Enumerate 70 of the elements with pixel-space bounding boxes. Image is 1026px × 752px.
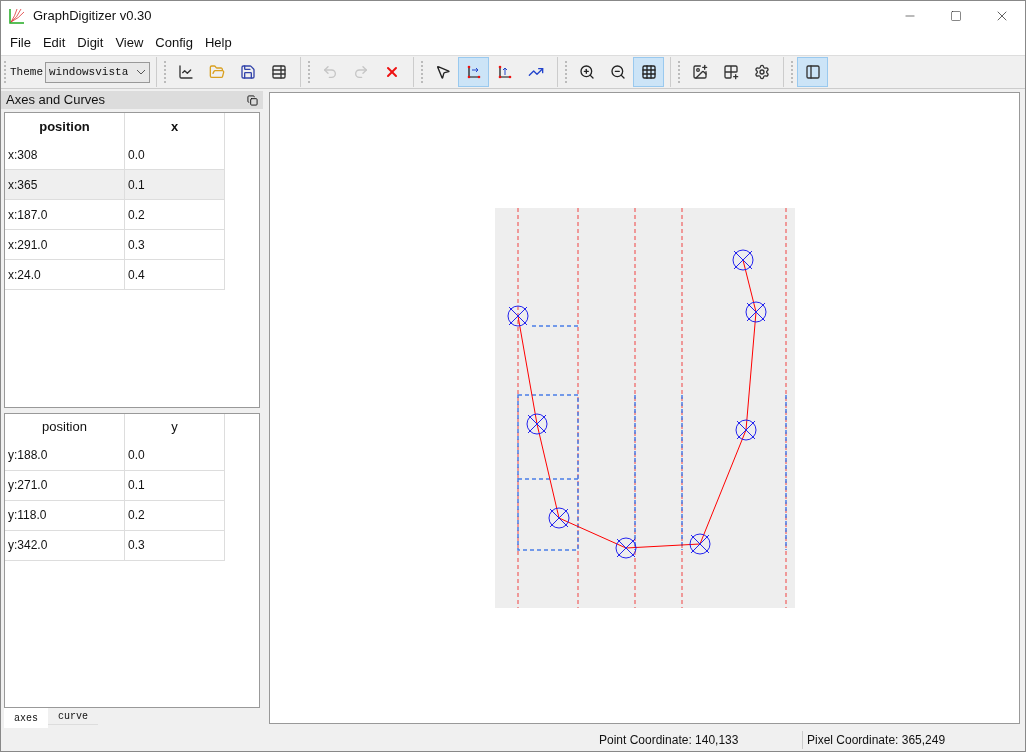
folder-icon (208, 64, 225, 80)
save-icon (239, 64, 256, 80)
app-logo-icon (9, 8, 25, 24)
table-cell: y:271.0 (5, 470, 125, 500)
table-icon (270, 64, 287, 80)
panel-title: Axes and Curves (6, 91, 105, 110)
table-row[interactable]: y:188.0 0.0 (5, 440, 225, 471)
axis-icon (496, 64, 513, 80)
redo-icon (352, 64, 369, 80)
layout-icon (804, 64, 821, 80)
image-icon (691, 64, 708, 80)
table-cell: 0.2 (125, 200, 225, 229)
menu-item[interactable]: Digit (71, 33, 110, 53)
toolbar-handle[interactable] (308, 61, 311, 83)
grid-icon (640, 64, 657, 80)
settings-icon (753, 64, 770, 80)
chevron-down-icon (136, 69, 146, 75)
status-text: Point Coordinate: 140,133 (599, 731, 740, 749)
table-cell: 0.1 (125, 470, 225, 500)
table-cell: x:24.0 (5, 260, 125, 289)
table-cell: y:188.0 (5, 440, 125, 470)
zoom-out-icon (609, 64, 626, 80)
table-row[interactable]: x:291.0 0.3 (5, 230, 225, 260)
column-header[interactable]: y (125, 413, 225, 441)
undo-icon (321, 64, 338, 80)
toolbar-handle[interactable] (565, 61, 568, 83)
table-cell: 0.0 (125, 140, 225, 169)
table-cell: x:365 (5, 170, 125, 199)
table-row[interactable]: x:365 0.1 (5, 170, 225, 200)
table-cell: 0.0 (125, 440, 225, 470)
status-text: Pixel Coordinate: 365,249 (802, 730, 946, 749)
chart-icon (177, 64, 194, 80)
table-cell: x:291.0 (5, 230, 125, 259)
menu-item[interactable]: Help (198, 33, 238, 53)
menu-item[interactable]: View (109, 33, 150, 53)
cursor-icon (434, 64, 451, 80)
table-cell: y:118.0 (5, 500, 125, 530)
axis-icon (465, 64, 482, 80)
table-cell: y:342.0 (5, 530, 125, 560)
menu-item[interactable]: Edit (36, 33, 72, 53)
table-cell: 0.3 (125, 530, 225, 560)
zoom-in-icon (578, 64, 595, 80)
toolbar-handle[interactable] (678, 61, 681, 83)
column-header[interactable]: position (5, 413, 125, 441)
table-cell: x:187.0 (5, 200, 125, 229)
table-row[interactable]: x:308 0.0 (5, 140, 225, 170)
menu-item[interactable]: Config (149, 33, 199, 53)
tab[interactable]: axes (4, 708, 48, 728)
menu-item[interactable]: File (4, 33, 37, 53)
table-cell: x:308 (5, 140, 125, 169)
theme-label: Theme (10, 64, 43, 80)
window-title: GraphDigitizer v0.30 (33, 7, 152, 26)
table-row[interactable]: x:187.0 0.2 (5, 200, 225, 230)
table-cell: 0.4 (125, 260, 225, 289)
toolbar-handle[interactable] (421, 61, 424, 83)
toolbar-handle[interactable] (791, 61, 794, 83)
maximize-icon (950, 10, 962, 22)
table-cell: 0.2 (125, 500, 225, 530)
toolbar-button[interactable] (633, 57, 664, 87)
table-row[interactable]: y:342.0 0.3 (5, 530, 225, 561)
table-row[interactable]: x:24.0 0.4 (5, 260, 225, 290)
table-cell: 0.1 (125, 170, 225, 199)
theme-dropdown[interactable]: windowsvista (45, 61, 150, 83)
grid-settings-icon (722, 64, 739, 80)
toolbar-handle[interactable] (164, 61, 167, 83)
table-cell: 0.3 (125, 230, 225, 259)
table-row[interactable]: y:118.0 0.2 (5, 500, 225, 531)
undock-icon[interactable] (247, 94, 258, 106)
table-row[interactable]: y:271.0 0.1 (5, 470, 225, 501)
toolbar-handle[interactable] (4, 61, 7, 83)
